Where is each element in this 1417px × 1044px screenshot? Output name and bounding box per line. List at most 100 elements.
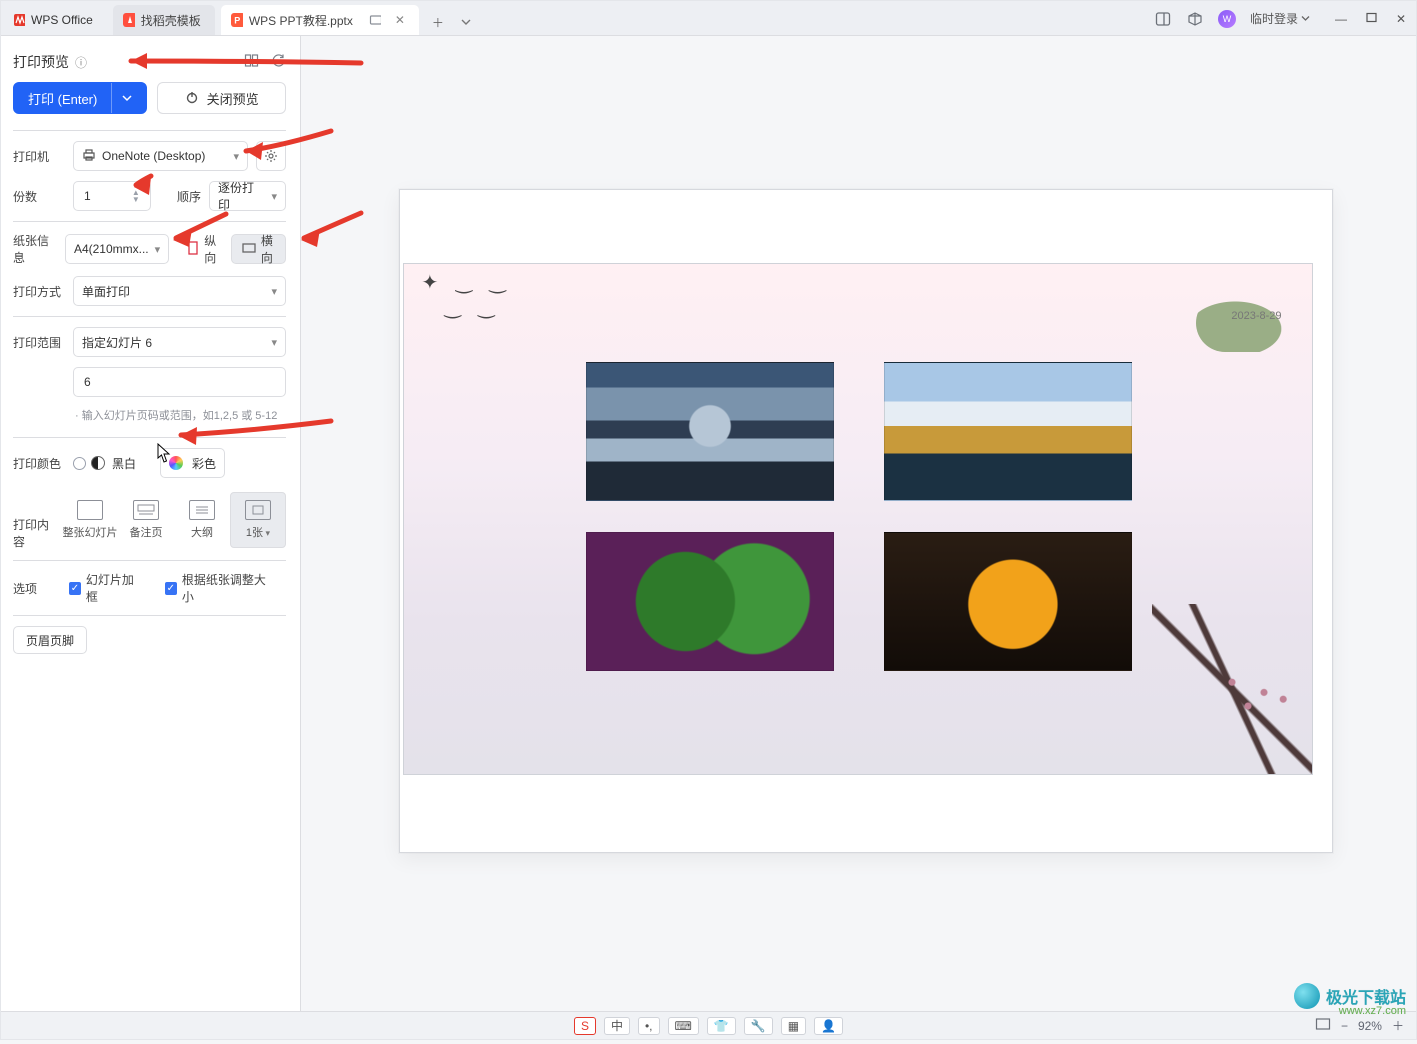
paper-size-value: A4(210mmx... [74, 242, 149, 256]
cube-icon[interactable] [1186, 10, 1204, 28]
watermark-logo-icon [1294, 983, 1320, 1009]
birds-decoration: ✦ ‿ ‿ ‿ ‿ [422, 270, 512, 320]
app-name: WPS Office [31, 13, 93, 27]
duplex-value: 单面打印 [82, 283, 130, 300]
order-label: 顺序 [177, 188, 201, 205]
titlebar-right: W 临时登录 — ✕ [1154, 1, 1408, 36]
fit-width-icon[interactable] [1315, 1017, 1331, 1034]
range-input[interactable] [73, 367, 286, 397]
color-row: 打印颜色 黑白 彩色 [13, 448, 286, 478]
collation-select[interactable]: 逐份打印 ▾ [209, 181, 286, 211]
ime-brand-icon[interactable]: S [574, 1017, 596, 1035]
color-icon [169, 456, 183, 470]
copies-row: 份数 ▲▼ 顺序 逐份打印 ▾ [13, 181, 286, 211]
ime-person-icon[interactable]: 👤 [814, 1017, 843, 1035]
panel-title: 打印预览 ⓘ [13, 52, 286, 72]
branch-decoration [1152, 604, 1312, 774]
printer-label: 打印机 [13, 148, 65, 165]
tab-templates[interactable]: 找稻壳模板 [113, 5, 215, 35]
landscape-label: 横向 [261, 232, 275, 266]
color-bw-radio[interactable]: 黑白 [73, 455, 136, 472]
app-tab[interactable]: WPS Office [9, 5, 107, 35]
login-status[interactable]: 临时登录 [1250, 10, 1310, 27]
cursor-icon [157, 443, 171, 463]
content-handout[interactable]: 1张 ▾ [230, 492, 286, 548]
copies-value[interactable] [82, 188, 130, 204]
ime-lang[interactable]: 中 [604, 1017, 630, 1035]
portrait-icon [187, 241, 199, 258]
content-outline[interactable]: 大纲 [174, 492, 230, 548]
paper-size-select[interactable]: A4(210mmx... ▾ [65, 234, 169, 264]
mode-label: 打印方式 [13, 283, 65, 300]
titlebar: WPS Office 找稻壳模板 P WPS PPT教程.pptx ✕ ＋ W … [1, 1, 1416, 36]
color-label: 打印颜色 [13, 455, 65, 472]
svg-text:P: P [234, 16, 240, 26]
printer-settings-button[interactable] [256, 141, 286, 171]
zoom-in-icon[interactable]: ＋ [1392, 1017, 1404, 1034]
window-controls: — ✕ [1334, 12, 1408, 26]
avatar-icon[interactable]: W [1218, 10, 1236, 28]
print-sidebar: 打印预览 ⓘ 打印 (Enter) 关闭预览 打印机 On [1, 36, 301, 1011]
duplex-select[interactable]: 单面打印 ▾ [73, 276, 286, 306]
range-select[interactable]: 指定幻灯片 6 ▾ [73, 327, 286, 357]
panel-icon[interactable] [1154, 10, 1172, 28]
orientation-landscape[interactable]: 横向 [231, 234, 286, 264]
content-notes[interactable]: 备注页 [118, 492, 174, 548]
orientation-portrait[interactable]: 纵向 [181, 234, 225, 264]
ime-skin-icon[interactable]: 👕 [707, 1017, 736, 1035]
check-icon: ✓ [165, 582, 177, 595]
close-preview-button[interactable]: 关闭预览 [157, 82, 286, 114]
content-label: 打印内容 [13, 516, 54, 550]
copies-spinner[interactable]: ▲▼ [130, 189, 142, 203]
range-row: 打印范围 指定幻灯片 6 ▾ [13, 327, 286, 357]
slide-date: 2023-8-29 [1231, 310, 1281, 322]
presentation-mode-icon[interactable] [369, 14, 381, 26]
login-label: 临时登录 [1250, 10, 1298, 27]
close-button[interactable]: ✕ [1394, 12, 1408, 26]
ppt-icon: P [231, 14, 243, 26]
content-full-slide-label: 整张幻灯片 [63, 524, 118, 540]
scale-checkbox[interactable]: ✓ 根据纸张调整大小 [165, 571, 270, 605]
ime-keyboard-icon[interactable]: ⌨ [668, 1017, 699, 1035]
tab-templates-label: 找稻壳模板 [141, 12, 201, 29]
frame-checkbox[interactable]: ✓ 幻灯片加框 [69, 571, 141, 605]
ime-grid-icon[interactable]: ▦ [781, 1017, 806, 1035]
maximize-button[interactable] [1364, 12, 1378, 26]
chevron-down-icon: ▾ [271, 336, 277, 349]
copies-input[interactable]: ▲▼ [73, 181, 151, 211]
new-tab-button[interactable]: ＋ [425, 9, 451, 35]
print-button[interactable]: 打印 (Enter) [13, 82, 147, 114]
preview-page: ✦ ‿ ‿ ‿ ‿ 2023-8-29 [399, 189, 1333, 853]
preview-pane: ✦ ‿ ‿ ‿ ‿ 2023-8-29 [301, 36, 1416, 1011]
tab-document[interactable]: P WPS PPT教程.pptx ✕ [221, 5, 419, 35]
minimize-button[interactable]: — [1334, 12, 1348, 26]
collation-value: 逐份打印 [218, 179, 265, 213]
header-footer-button[interactable]: 页眉页脚 [13, 626, 87, 654]
options-row: 选项 ✓ 幻灯片加框 ✓ 根据纸张调整大小 [13, 571, 286, 605]
copies-label: 份数 [13, 188, 65, 205]
preview-slide: ✦ ‿ ‿ ‿ ‿ 2023-8-29 [403, 263, 1313, 775]
slide-image-1 [586, 362, 834, 501]
paper-row: 纸张信息 A4(210mmx... ▾ 纵向 横向 [13, 232, 286, 266]
printer-row: 打印机 OneNote (Desktop) ▾ [13, 141, 286, 171]
zoom-out-icon[interactable]: − [1341, 1019, 1348, 1033]
ime-tool-icon[interactable]: 🔧 [744, 1017, 773, 1035]
printer-select[interactable]: OneNote (Desktop) ▾ [73, 141, 248, 171]
ime-punct-icon[interactable]: •, [638, 1017, 660, 1035]
content-full-slide[interactable]: 整张幻灯片 [62, 492, 118, 548]
options-label: 选项 [13, 580, 61, 597]
tab-close-icon[interactable]: ✕ [395, 13, 405, 27]
printer-value: OneNote (Desktop) [102, 149, 205, 163]
print-dropdown-icon[interactable] [111, 83, 132, 113]
paper-label: 纸张信息 [13, 232, 57, 266]
refresh-icon[interactable] [271, 53, 286, 71]
tab-overflow-button[interactable] [457, 9, 475, 35]
app-logo-icon [13, 14, 25, 26]
tab-document-label: WPS PPT教程.pptx [249, 12, 353, 29]
layout-icon[interactable] [244, 53, 259, 71]
power-icon [185, 90, 199, 107]
help-icon[interactable]: ⓘ [75, 54, 87, 71]
range-input-value[interactable] [82, 374, 277, 390]
range-input-row [13, 367, 286, 397]
zoom-value[interactable]: 92% [1358, 1019, 1382, 1033]
